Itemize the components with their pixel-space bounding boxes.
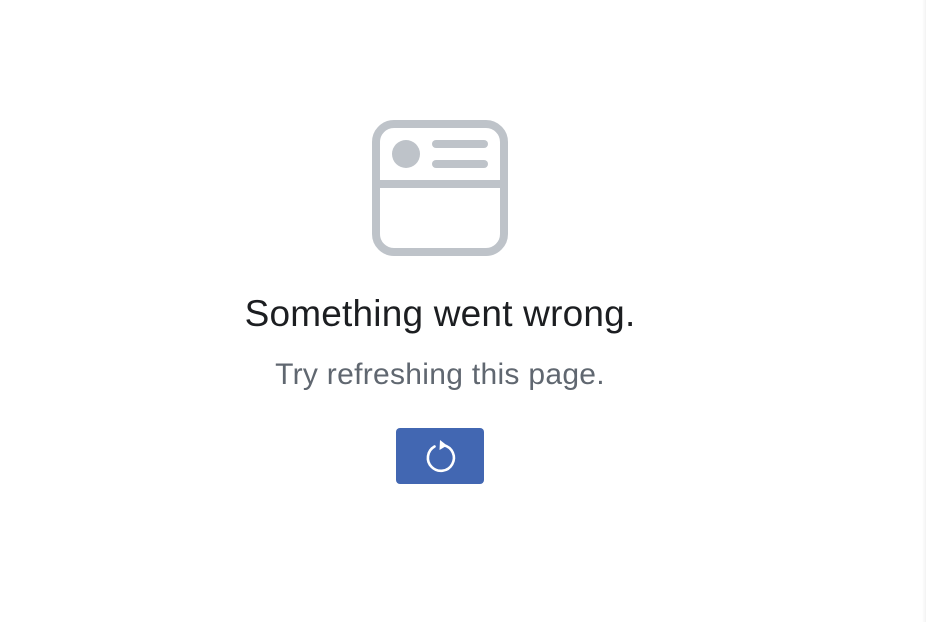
error-message-block: Something went wrong. Try refreshing thi… [0, 0, 880, 622]
error-message: Try refreshing this page. [275, 358, 605, 391]
page-edge [922, 0, 926, 622]
error-page: Something went wrong. Try refreshing thi… [0, 0, 926, 622]
refresh-button[interactable] [396, 428, 484, 484]
browser-window-icon [372, 120, 508, 256]
error-title: Something went wrong. [244, 293, 636, 334]
refresh-icon [423, 439, 457, 473]
